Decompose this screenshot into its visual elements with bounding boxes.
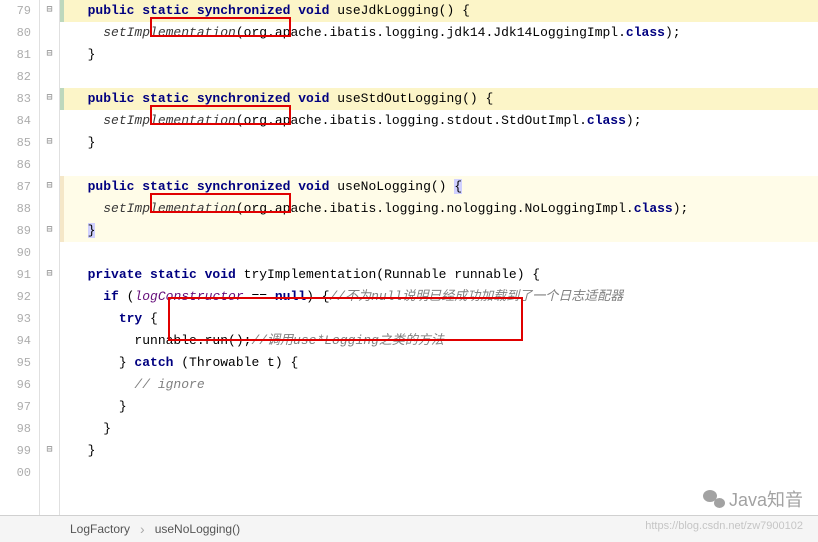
code-line[interactable] <box>60 462 818 484</box>
code-line[interactable]: public static synchronized void useNoLog… <box>60 176 818 198</box>
line-number: 81 <box>0 44 39 66</box>
code-editor[interactable]: 79 80 81 82 83 84 85 86 87 88 89 90 91 9… <box>0 0 818 515</box>
line-number: 98 <box>0 418 39 440</box>
wechat-icon <box>703 490 725 508</box>
code-line[interactable]: } <box>60 44 818 66</box>
code-line[interactable]: private static void tryImplementation(Ru… <box>60 264 818 286</box>
line-number: 94 <box>0 330 39 352</box>
code-line[interactable]: setImplementation(org.apache.ibatis.logg… <box>60 198 818 220</box>
watermark: Java知音 <box>703 486 803 512</box>
code-line[interactable]: runnable.run();//调用use*Logging之类的方法 <box>60 330 818 352</box>
code-line[interactable] <box>60 66 818 88</box>
code-line[interactable] <box>60 242 818 264</box>
code-line[interactable]: if (logConstructor == null) {//不为null说明已… <box>60 286 818 308</box>
code-line[interactable]: setImplementation(org.apache.ibatis.logg… <box>60 110 818 132</box>
code-line[interactable]: setImplementation(org.apache.ibatis.logg… <box>60 22 818 44</box>
code-line[interactable]: } <box>60 132 818 154</box>
code-line[interactable] <box>60 154 818 176</box>
code-line[interactable]: public static synchronized void useJdkLo… <box>60 0 818 22</box>
code-line[interactable]: } <box>60 220 818 242</box>
code-line[interactable]: } <box>60 440 818 462</box>
line-number: 79 <box>0 0 39 22</box>
line-number: 80 <box>0 22 39 44</box>
line-number: 86 <box>0 154 39 176</box>
code-line[interactable]: public static synchronized void useStdOu… <box>60 88 818 110</box>
line-number: 88 <box>0 198 39 220</box>
line-number: 85 <box>0 132 39 154</box>
line-number: 99 <box>0 440 39 462</box>
line-number: 89 <box>0 220 39 242</box>
code-line[interactable]: } <box>60 396 818 418</box>
line-number: 96 <box>0 374 39 396</box>
line-number: 92 <box>0 286 39 308</box>
line-number: 00 <box>0 462 39 484</box>
line-number: 90 <box>0 242 39 264</box>
breadcrumb-item-class[interactable]: LogFactory <box>60 522 140 536</box>
code-content[interactable]: public static synchronized void useJdkLo… <box>60 0 818 515</box>
code-line[interactable]: try { <box>60 308 818 330</box>
line-number: 83 <box>0 88 39 110</box>
code-line[interactable]: // ignore <box>60 374 818 396</box>
line-number: 97 <box>0 396 39 418</box>
fold-gutter: ⊟⊟ ⊟ ⊟⊟ ⊟ ⊟ ⊟ <box>40 0 60 515</box>
watermark-url: https://blog.csdn.net/zw7900102 <box>645 520 803 532</box>
line-number: 93 <box>0 308 39 330</box>
line-number-gutter: 79 80 81 82 83 84 85 86 87 88 89 90 91 9… <box>0 0 40 515</box>
line-number: 95 <box>0 352 39 374</box>
code-line[interactable]: } catch (Throwable t) { <box>60 352 818 374</box>
line-number: 84 <box>0 110 39 132</box>
code-line[interactable]: } <box>60 418 818 440</box>
line-number: 82 <box>0 66 39 88</box>
line-number: 87 <box>0 176 39 198</box>
line-number: 91 <box>0 264 39 286</box>
breadcrumb-item-method[interactable]: useNoLogging() <box>145 522 250 536</box>
